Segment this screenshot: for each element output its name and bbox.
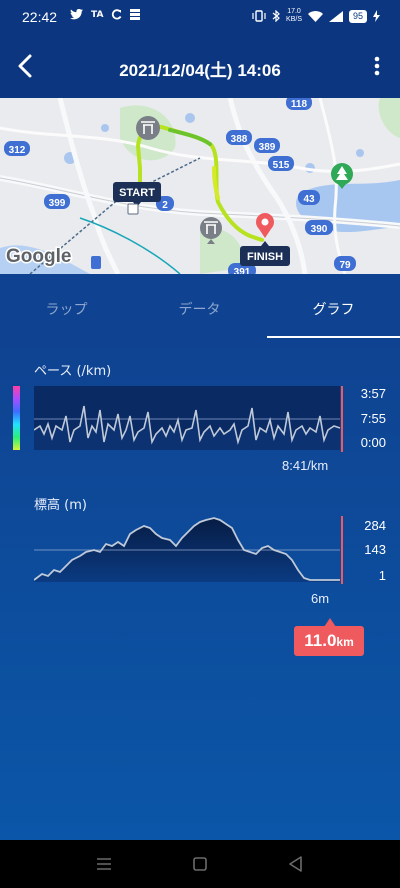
map-label-391: 391 <box>234 267 251 274</box>
layers-icon <box>130 9 141 20</box>
ta-icon: TA <box>91 9 104 20</box>
wifi-icon <box>307 10 323 22</box>
more-options-icon[interactable] <box>374 56 380 76</box>
elevation-current-value: 6m <box>311 591 330 606</box>
map-label-118: 118 <box>291 99 308 110</box>
distance-value: 11.0 <box>304 631 337 650</box>
speed-unit: KB/S <box>286 16 302 23</box>
tab-laps[interactable]: ラップ <box>0 274 133 338</box>
status-bar: 22:42 TA 17.0 KB/S 95 <box>0 0 400 34</box>
map-canvas: 118 312 388 389 515 399 2 43 390 79 391 <box>0 98 400 274</box>
elevation-graph[interactable] <box>34 516 346 584</box>
map-label-43: 43 <box>303 194 315 205</box>
pace-current-value: 8:41/km <box>282 458 329 473</box>
pace-graph[interactable] <box>34 386 346 452</box>
bluetooth-icon <box>272 10 280 22</box>
tab-graph[interactable]: グラフ <box>267 274 400 338</box>
map-label-399: 399 <box>49 198 66 209</box>
status-left-icons: TA <box>70 9 141 20</box>
twitter-icon <box>70 9 83 20</box>
charging-icon <box>373 10 380 22</box>
status-right-icons: 17.0 KB/S 95 <box>252 8 380 24</box>
back-triangle-icon[interactable] <box>286 854 306 874</box>
map-label-515: 515 <box>273 160 290 171</box>
route-map[interactable]: 118 312 388 389 515 399 2 43 390 79 391 <box>0 98 400 274</box>
elevation-axis-bottom: 1 <box>378 568 386 583</box>
system-nav-bar <box>0 840 400 888</box>
tab-data[interactable]: データ <box>133 274 266 338</box>
app-bar: 2021/12/04(土) 14:06 <box>0 34 400 98</box>
menu-icon[interactable] <box>94 854 114 874</box>
finish-label: FINISH <box>247 251 283 263</box>
sync-icon <box>112 9 122 20</box>
elevation-axis-mid: 143 <box>364 542 386 557</box>
signal-icon <box>328 10 343 22</box>
map-label-79: 79 <box>339 260 351 271</box>
pace-color-legend <box>13 386 20 450</box>
pace-graph-title: ペース (/km) <box>34 364 112 379</box>
start-label: START <box>119 187 155 199</box>
vibrate-icon <box>252 10 266 22</box>
map-label-388: 388 <box>231 134 248 145</box>
map-label-390: 390 <box>311 224 328 235</box>
elevation-graph-title: 標高 (m) <box>34 498 87 513</box>
network-speed: 17.0 KB/S <box>286 8 302 24</box>
speed-value: 17.0 <box>287 8 301 15</box>
home-icon[interactable] <box>190 854 210 874</box>
page-title: 2021/12/04(土) 14:06 <box>119 61 281 80</box>
distance-unit: km <box>336 635 354 649</box>
pace-axis-top: 3:57 <box>360 386 386 401</box>
distance-badge: 11.0km <box>294 626 364 656</box>
map-label-312: 312 <box>9 145 26 156</box>
map-label-389: 389 <box>259 142 276 153</box>
pace-axis-bottom: 0:00 <box>360 435 386 450</box>
google-logo: Google <box>6 246 71 267</box>
elevation-axis-top: 284 <box>364 518 386 533</box>
battery-indicator: 95 <box>348 9 367 23</box>
map-label-2: 2 <box>162 200 168 211</box>
pace-axis-mid: 7:55 <box>360 411 386 426</box>
tab-bar: ラップ データ グラフ <box>0 274 400 338</box>
status-time: 22:42 <box>22 9 58 25</box>
